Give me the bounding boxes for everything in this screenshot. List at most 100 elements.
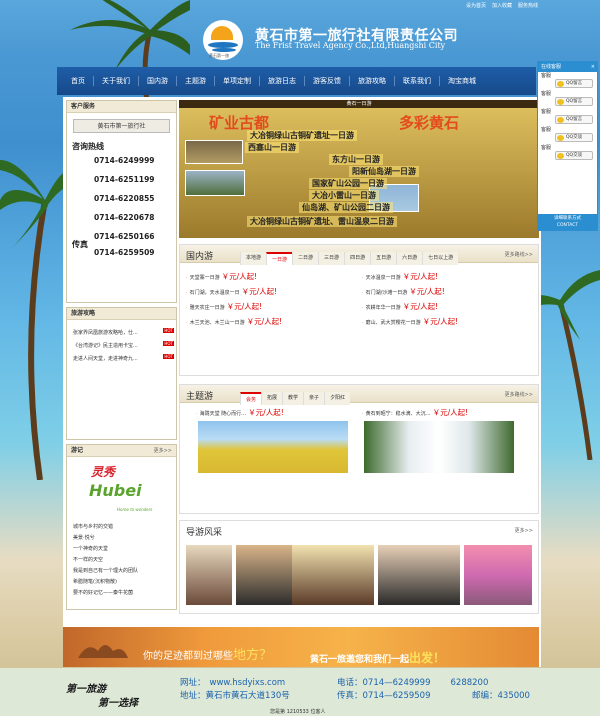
nav-contact[interactable]: 联系我们 <box>395 76 440 86</box>
contact-details-link[interactable]: 详细联系方式 CONTACT <box>538 214 597 230</box>
company-button[interactable]: 黄石市第一旅行社 <box>73 119 170 133</box>
tab-seven-plus[interactable]: 七日以上游 <box>422 252 459 265</box>
tab-two-day[interactable]: 二日游 <box>292 252 319 265</box>
add-favorite-link[interactable]: 加入收藏 <box>492 2 512 9</box>
list-item[interactable]: 一个神奇的天堂 <box>67 543 176 554</box>
tab-teaching[interactable]: 教学 <box>282 392 304 405</box>
nav-home[interactable]: 首页 <box>63 76 94 86</box>
tab-family[interactable]: 亲子 <box>303 392 325 405</box>
close-icon[interactable]: × <box>591 62 595 72</box>
list-item[interactable]: 不一样的天空 <box>67 554 176 565</box>
nav-domestic[interactable]: 国内游 <box>139 76 177 86</box>
grassland-photo[interactable] <box>198 421 348 473</box>
footer-tel: 电话：0714—6249999 6288200 <box>337 676 488 688</box>
tab-one-day[interactable]: 一日游 <box>266 252 293 265</box>
promo-banner[interactable]: 黄石一日游 矿业古都 多彩黄石 大冶铜绿山古铜矿遗址一日游 西塞山一日游 东方山… <box>179 100 539 238</box>
list-item[interactable]: 要不的好记忆——秦牛花菌 <box>67 587 176 598</box>
trip-item[interactable]: · 石门湖/沙滩一日游 ￥元/人起! <box>362 286 445 297</box>
trip-price: ￥元/人起! <box>248 408 284 417</box>
tab-local[interactable]: 本地游 <box>240 252 267 265</box>
more-link[interactable]: 更多>> <box>154 445 172 457</box>
tab-five-day[interactable]: 五日游 <box>370 252 397 265</box>
trip-item[interactable]: · 天冰温泉一日游 ￥元/人起! <box>362 271 438 282</box>
bullet-icon: · <box>362 320 364 326</box>
tab-four-day[interactable]: 四日游 <box>344 252 371 265</box>
nav-theme[interactable]: 主题游 <box>177 76 215 86</box>
footer-slogan: 第一选择 <box>98 698 138 709</box>
footer-slogan: 第一旅游 <box>66 684 106 695</box>
qq-penguin-icon <box>557 153 564 159</box>
qq-button[interactable]: QQ留言 <box>555 97 593 106</box>
list-item[interactable]: 《台湾游记》民主造用卡宝... HOT <box>67 339 176 352</box>
qq-button[interactable]: QQ交谈 <box>555 133 593 142</box>
service-label: 客服 <box>541 145 552 151</box>
more-link[interactable]: 更多>> <box>515 527 533 534</box>
trip-item[interactable]: · 石门湖，天水温泉一日 ￥元/人起! <box>186 286 277 297</box>
footer-banner-text1-main: 你的足迹都到过哪些 <box>143 651 233 662</box>
trip-item[interactable]: · 天堂寨一日游 ￥元/人起! <box>186 271 257 282</box>
banner-line: 阳新仙岛湖一日游 <box>349 166 419 177</box>
service-hotline-link[interactable]: 服务热线 <box>518 2 538 9</box>
footer-fax-label: 传真： <box>337 691 363 701</box>
bullet-icon: · <box>362 305 364 311</box>
tab-six-day[interactable]: 六日游 <box>396 252 423 265</box>
tab-senior[interactable]: 夕阳红 <box>324 392 351 405</box>
tab-outward[interactable]: 拓展 <box>261 392 283 405</box>
trip-item[interactable]: · 磨山、武大赏樱花一日游 ￥元/人起! <box>362 316 458 327</box>
more-routes-link[interactable]: 更多路线>> <box>505 391 533 398</box>
qq-button[interactable]: QQ留言 <box>555 115 593 124</box>
guide-photo[interactable] <box>464 545 532 605</box>
list-item[interactable]: 走进人间天堂，走进神奇九... HOT <box>67 352 176 365</box>
more-routes-link[interactable]: 更多路线>> <box>505 251 533 258</box>
nav-feedback[interactable]: 游客反馈 <box>305 76 350 86</box>
travel-notes-list: 城市与乡村的交错 美景·悦兮 一个神奇的天堂 不一样的天空 我是到自己有一个理大… <box>67 521 176 598</box>
list-item[interactable]: 我是到自己有一个理大的团队 <box>67 565 176 576</box>
qq-penguin-icon <box>557 81 564 87</box>
guide-photo[interactable] <box>292 545 374 605</box>
visit-counter: 您是第 1210533 位客人 <box>270 709 326 715</box>
sun-icon <box>211 26 233 40</box>
waterfall-photo[interactable] <box>364 421 514 473</box>
company-logo[interactable]: 黄石第一旅 <box>203 20 243 60</box>
main-nav: 首页 关于我们 国内游 主题游 单项定制 旅游日志 游客反馈 旅游攻略 联系我们… <box>57 67 536 95</box>
trip-name: 天冰温泉一日游 <box>365 275 401 281</box>
section-title: 主题游 <box>186 392 214 402</box>
domestic-tours-header: 国内游 本地游 一日游 二日游 三日游 四日游 五日游 六日游 七日以上游 更多… <box>180 245 538 265</box>
trip-name: 天堂寨一日游 <box>189 275 220 281</box>
guide-photo[interactable] <box>378 545 460 605</box>
set-homepage-link[interactable]: 设为首页 <box>466 2 486 9</box>
phone-number: 0714-6251199 <box>94 175 155 184</box>
qq-button[interactable]: QQ留言 <box>555 79 593 88</box>
bullet-icon: · <box>186 290 188 296</box>
list-item[interactable]: 张家界凤凰旅游攻略哈，仕... HOT <box>67 326 176 339</box>
trip-item[interactable]: · 农耕年华一日游 ￥元/人起! <box>362 301 438 312</box>
palm-tree-left-illustration <box>0 160 70 480</box>
hotline-label: 咨询热线 <box>72 142 104 151</box>
service-label: 客服 <box>541 73 552 79</box>
nav-custom[interactable]: 单项定制 <box>215 76 260 86</box>
list-item[interactable]: 美景·悦兮 <box>67 532 176 543</box>
footer-tel-number: 0714—6249999 <box>362 678 431 688</box>
guide-photo[interactable] <box>186 545 232 605</box>
trip-item[interactable]: · 雅天农庄一日游 ￥元/人起! <box>186 301 262 312</box>
list-item[interactable]: 希腊随笔(沉积物散) <box>67 576 176 587</box>
trip-item[interactable]: · 木兰天池、木兰山一日游 ￥元/人起! <box>186 316 282 327</box>
list-item[interactable]: 城市与乡村的交错 <box>67 521 176 532</box>
nav-guide[interactable]: 旅游攻略 <box>350 76 395 86</box>
site-title-english: The Frist Travel Agency Co.,Ltd,Huangshi… <box>255 41 446 50</box>
qq-label: QQ交谈 <box>566 153 583 158</box>
tab-three-day[interactable]: 三日游 <box>318 252 345 265</box>
nav-about[interactable]: 关于我们 <box>94 76 139 86</box>
footer-web-link[interactable]: www.hsdyixs.com <box>210 678 286 688</box>
trip-name: 木兰天池、木兰山一日游 <box>189 320 245 326</box>
footer-fax-number: 0714—6259509 <box>362 691 431 701</box>
qq-button[interactable]: QQ交谈 <box>555 151 593 160</box>
nav-taobao[interactable]: 淘宝商城 <box>440 76 484 86</box>
tab-conference[interactable]: 会务 <box>240 392 262 405</box>
trip-item[interactable]: · 黄石到昭宁：稳水滴、大沉… ￥元/人起! <box>362 407 468 418</box>
trip-item[interactable]: · 海陇天堂 随心而行… ￥元/人起! <box>196 407 284 418</box>
guide-photo[interactable] <box>236 545 296 605</box>
list-item-label: 《台湾游记》民主造用卡宝... <box>73 343 138 349</box>
service-item: 客服 QQ留言 <box>538 108 597 126</box>
nav-journal[interactable]: 旅游日志 <box>260 76 305 86</box>
